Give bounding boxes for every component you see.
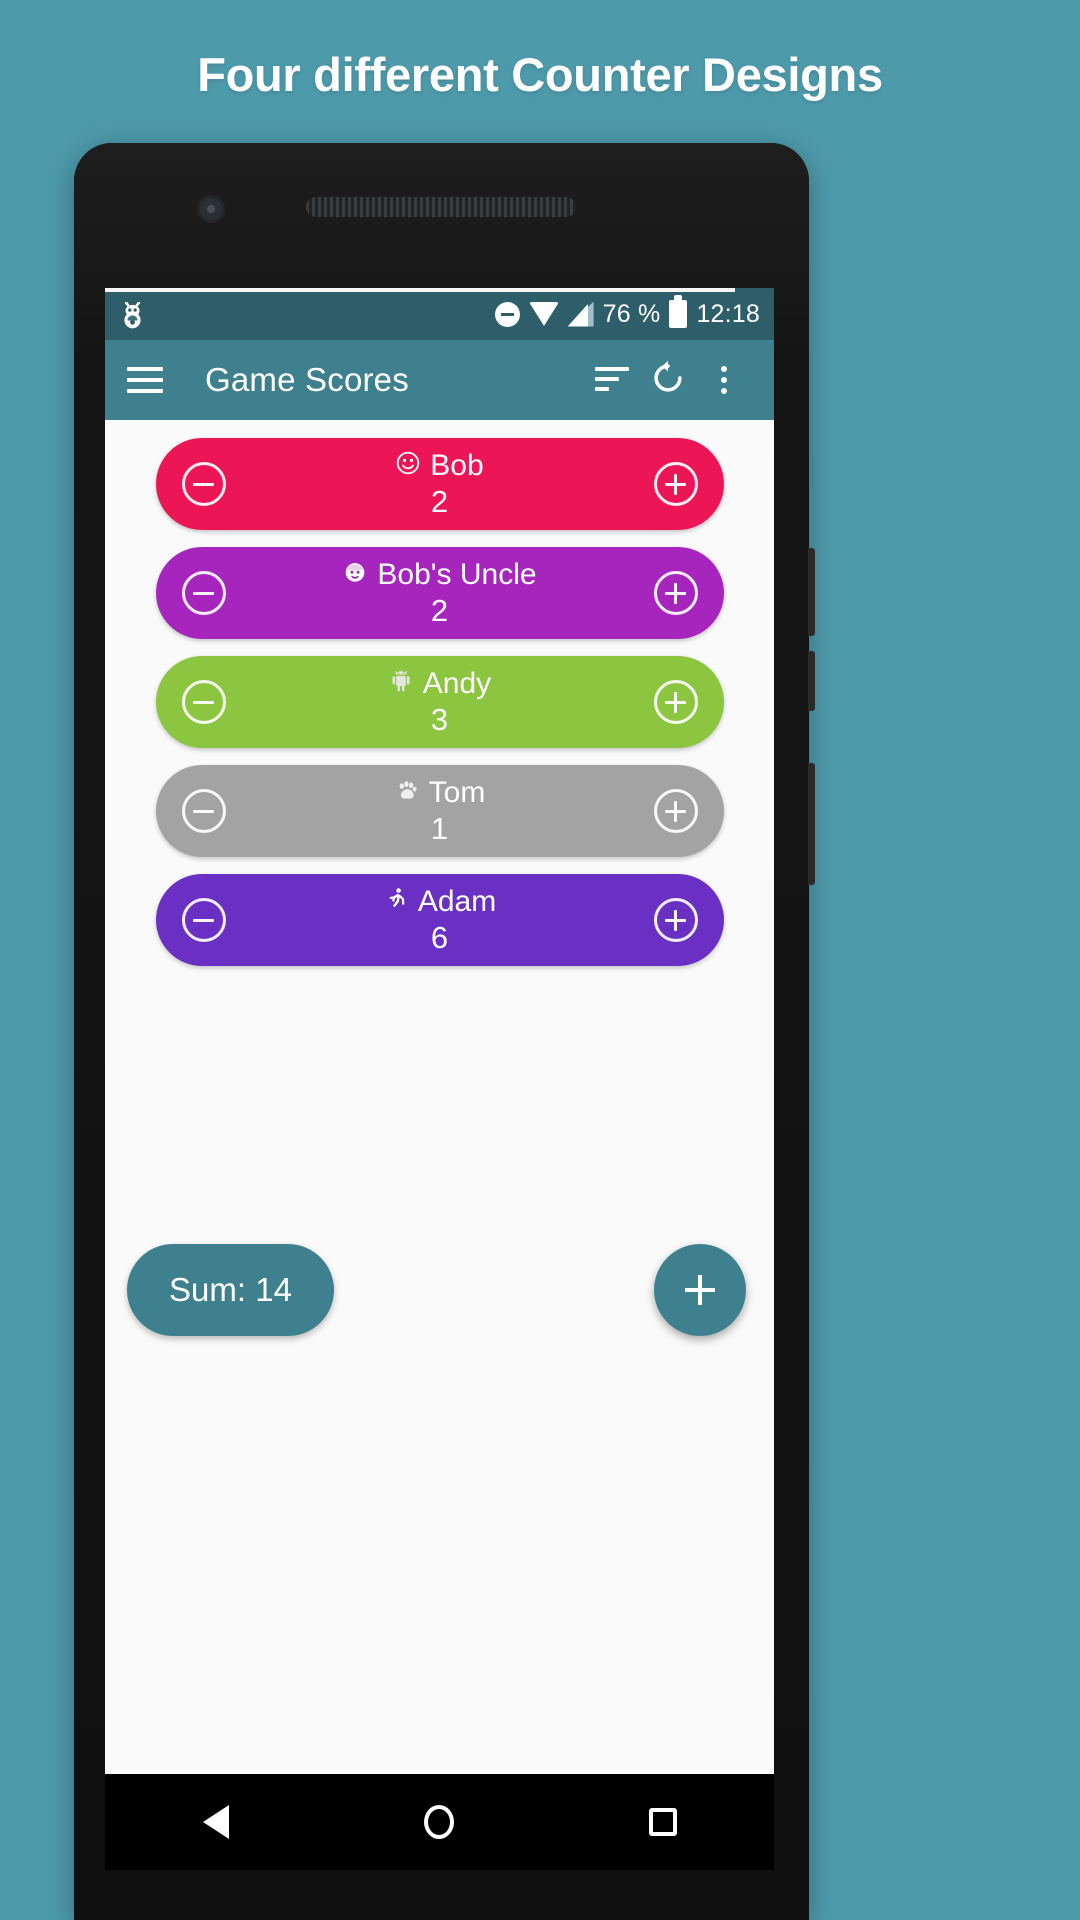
counter-name-row: Adam (383, 886, 496, 917)
counter-value: 6 (430, 919, 449, 955)
app-bar-title: Game Scores (205, 361, 409, 398)
sum-chip[interactable]: Sum: 14 (127, 1244, 334, 1336)
bottom-bar: Sum: 14 (105, 1206, 774, 1388)
reset-icon (649, 359, 687, 402)
battery-icon (669, 295, 688, 328)
decrement-button[interactable] (181, 462, 226, 506)
counter-body: Andy 3 (226, 668, 654, 736)
recents-button-icon[interactable] (648, 1808, 677, 1836)
counter-value: 1 (430, 810, 449, 846)
clock: 12:18 (696, 299, 760, 328)
counter-name-row: Andy (388, 668, 491, 699)
hamburger-menu-icon[interactable] (127, 367, 163, 393)
counter-row[interactable]: Adam 6 (155, 874, 724, 966)
baby-face-icon (342, 559, 368, 589)
app-bar: Game Scores (105, 340, 774, 420)
counter-body: Adam 6 (226, 886, 654, 954)
counter-name-row: Bob (395, 448, 484, 482)
counter-name-row: Bob's Uncle (342, 557, 537, 591)
increment-button[interactable] (653, 462, 698, 506)
increment-button[interactable] (653, 571, 698, 615)
counter-row[interactable]: Tom 1 (155, 765, 724, 857)
running-person-icon (383, 886, 409, 916)
home-button-icon[interactable] (423, 1805, 454, 1839)
counter-name: Tom (428, 775, 486, 809)
counter-name: Andy (422, 666, 492, 700)
do-not-disturb-icon (494, 301, 520, 327)
counter-name: Bob (430, 448, 484, 482)
counter-row[interactable]: Bob's Uncle 2 (155, 547, 724, 639)
reset-button[interactable] (640, 352, 696, 408)
side-button-bottom[interactable] (808, 763, 815, 885)
side-button-middle[interactable] (808, 651, 815, 711)
status-bar-right: 76 % 12:18 (494, 295, 760, 329)
camera-lens (207, 205, 215, 213)
decrement-button[interactable] (181, 898, 226, 942)
add-counter-fab[interactable] (654, 1244, 746, 1336)
battery-percent: 76 % (602, 299, 661, 328)
counter-name: Bob's Uncle (377, 557, 537, 591)
front-camera-icon (197, 195, 225, 223)
navigation-bar (105, 1774, 774, 1870)
wifi-icon (528, 302, 559, 326)
sort-button[interactable] (584, 352, 640, 408)
counter-name-row: Tom (394, 775, 486, 809)
counter-body: Tom 1 (226, 777, 654, 845)
counter-name: Adam (417, 884, 497, 918)
page-title: Four different Counter Designs (197, 47, 883, 101)
increment-button[interactable] (653, 789, 698, 833)
overflow-menu-icon (721, 366, 727, 394)
status-bar-left (119, 300, 495, 329)
increment-button[interactable] (653, 680, 698, 724)
earpiece-speaker (306, 197, 576, 217)
paw-print-icon (394, 777, 420, 807)
counter-row[interactable]: Andy 3 (155, 656, 724, 748)
counter-body: Bob 2 (226, 450, 654, 518)
phone-mockup: 76 % 12:18 Game Scores Bob 2 Bob's Uncle… (74, 143, 815, 1920)
bug-icon (119, 300, 146, 329)
phone-screen: 76 % 12:18 Game Scores Bob 2 Bob's Uncle… (105, 288, 774, 1774)
decrement-button[interactable] (181, 789, 226, 833)
back-button-icon[interactable] (202, 1805, 229, 1839)
decrement-button[interactable] (181, 680, 226, 724)
overflow-menu-button[interactable] (696, 352, 752, 408)
counter-row[interactable]: Bob 2 (155, 438, 724, 530)
counter-list: Bob 2 Bob's Uncle 2 Andy 3 Tom 1 Adam 6 (105, 420, 774, 966)
counter-body: Bob's Uncle 2 (226, 559, 654, 627)
sort-icon (595, 367, 629, 393)
android-robot-icon (388, 668, 414, 698)
decrement-button[interactable] (181, 571, 226, 615)
cellular-signal-icon (567, 301, 594, 327)
counter-value: 3 (430, 701, 449, 737)
counter-value: 2 (430, 592, 449, 628)
status-bar: 76 % 12:18 (105, 288, 774, 340)
increment-button[interactable] (653, 898, 698, 942)
counter-value: 2 (430, 483, 449, 519)
smiley-face-icon (395, 450, 421, 480)
side-button-top[interactable] (808, 548, 815, 636)
